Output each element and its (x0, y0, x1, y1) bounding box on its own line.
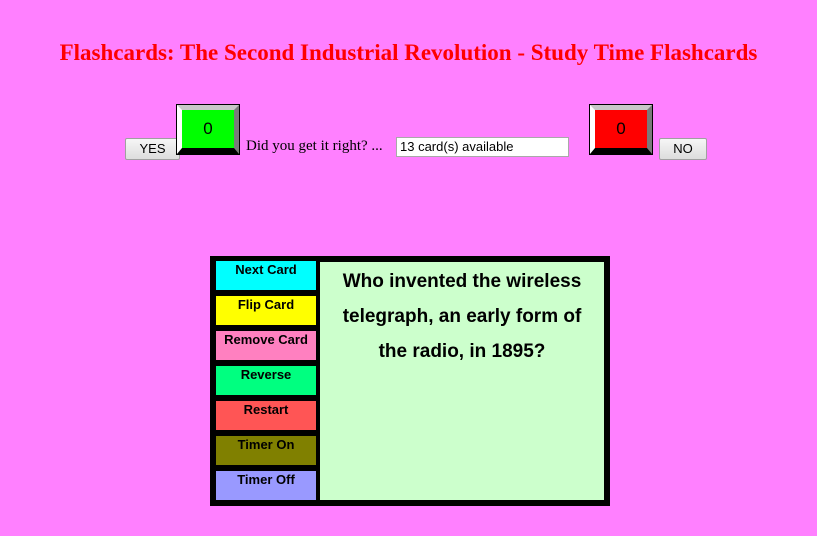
next-card-button[interactable]: Next Card (216, 261, 316, 290)
timer-on-button[interactable]: Timer On (216, 436, 316, 465)
did-you-get-it-right-label: Did you get it right? ... (246, 138, 383, 154)
flashcard-panel: Next Card Flip Card Remove Card Reverse … (210, 256, 610, 506)
correct-count-display: 0 (177, 105, 239, 154)
flip-card-button[interactable]: Flip Card (216, 296, 316, 325)
cards-available-field[interactable]: 13 card(s) available (396, 137, 569, 157)
no-button[interactable]: NO (659, 138, 707, 160)
restart-button[interactable]: Restart (216, 401, 316, 430)
page-title: Flashcards: The Second Industrial Revolu… (59, 40, 758, 65)
remove-card-button[interactable]: Remove Card (216, 331, 316, 360)
yes-button[interactable]: YES (125, 138, 180, 160)
reverse-button[interactable]: Reverse (216, 366, 316, 395)
incorrect-count-display: 0 (590, 105, 652, 154)
flashcard-question[interactable]: Who invented the wireless telegraph, an … (320, 262, 604, 500)
timer-off-button[interactable]: Timer Off (216, 471, 316, 500)
